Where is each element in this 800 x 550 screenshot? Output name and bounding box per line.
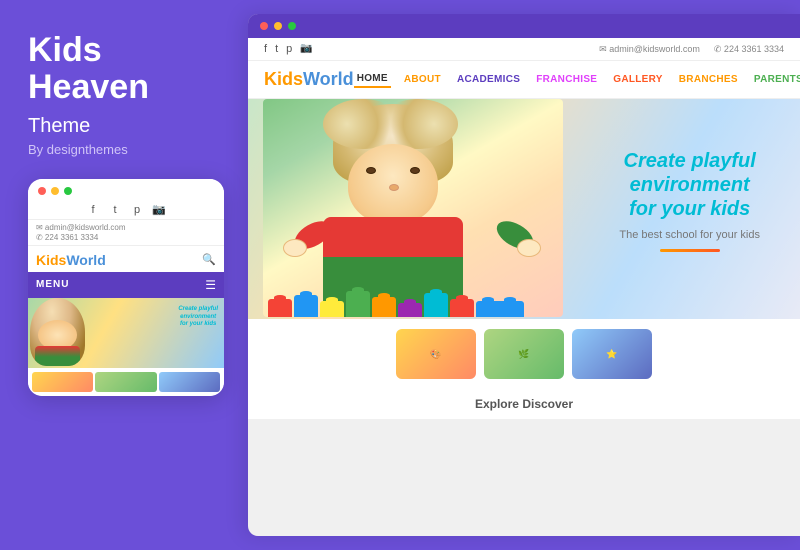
lego-blocks-area xyxy=(263,259,563,317)
desktop-twitter-icon: t xyxy=(275,43,278,55)
mobile-hero-text: Create playfulenvironmentfor your kids xyxy=(178,306,218,329)
desktop-dot-green xyxy=(288,22,296,30)
nav-links: HOME ABOUT ACADEMICS FRANCHISE GALLERY B… xyxy=(354,71,800,88)
child-eye-left xyxy=(366,167,376,174)
desktop-dot-yellow xyxy=(274,22,282,30)
desktop-hero: Create playful environment for your kids… xyxy=(248,99,800,319)
thumb3-content: ⭐ xyxy=(572,329,652,379)
hero-tagline-line1: Create playful xyxy=(624,150,756,172)
mobile-hero: Create playfulenvironmentfor your kids xyxy=(28,298,224,368)
lego-green xyxy=(346,291,370,317)
mobile-contact-bar: ✉ admin@kidsworld.com ✆ 224 3361 3334 xyxy=(28,220,224,246)
thumb2-content: 🌿 xyxy=(484,329,564,379)
mobile-preview-card: f t p 📷 ✉ admin@kidsworld.com ✆ 224 3361… xyxy=(28,179,224,396)
lego-purple xyxy=(398,303,422,317)
child-hair-curl-right xyxy=(378,99,458,149)
desktop-email: ✉ admin@kidsworld.com xyxy=(599,44,700,55)
mobile-thumbnails xyxy=(28,368,224,396)
mobile-social-bar: f t p 📷 xyxy=(28,199,224,220)
desktop-instagram-icon: 📷 xyxy=(300,43,312,55)
twitter-icon: t xyxy=(108,203,122,217)
nav-academics[interactable]: ACADEMICS xyxy=(454,72,523,87)
child-hand-right xyxy=(517,239,541,257)
facebook-icon: f xyxy=(86,203,100,217)
theme-by: By designthemes xyxy=(28,142,220,157)
explore-text: Explore Discover xyxy=(475,397,573,411)
child-nose xyxy=(389,184,399,191)
child-hand-left xyxy=(283,239,307,257)
desktop-logo: KidsWorld xyxy=(264,69,354,90)
lego-blue-wide xyxy=(476,301,524,317)
mobile-menu-bar: MENU ☰ xyxy=(28,272,224,298)
hero-child-photo xyxy=(263,99,563,317)
hero-cta-line xyxy=(660,249,720,252)
desktop-thumb-2[interactable]: 🌿 xyxy=(484,329,564,379)
thumb1-content: 🎨 xyxy=(396,329,476,379)
desktop-thumb-1[interactable]: 🎨 xyxy=(396,329,476,379)
left-panel: KidsHeaven Theme By designthemes f t p 📷… xyxy=(0,0,248,550)
desktop-logo-kids: Kids xyxy=(264,69,303,89)
nav-gallery[interactable]: GALLERY xyxy=(610,72,666,87)
hero-tagline-line3: for your kids xyxy=(629,198,750,220)
lego-blue xyxy=(294,295,318,317)
lego-orange xyxy=(372,297,396,317)
nav-branches[interactable]: BRANCHES xyxy=(676,72,741,87)
mobile-logo: KidsWorld xyxy=(36,252,106,268)
desktop-social-bar: f t p 📷 ✉ admin@kidsworld.com ✆ 224 3361… xyxy=(248,38,800,61)
mobile-logo-kids: Kids xyxy=(36,252,66,268)
mobile-thumb-2 xyxy=(95,372,156,392)
lego-yellow xyxy=(320,301,344,317)
desktop-pinterest-icon: p xyxy=(286,43,292,55)
mobile-menu-label[interactable]: MENU xyxy=(36,279,69,290)
pinterest-icon: p xyxy=(130,203,144,217)
nav-home[interactable]: HOME xyxy=(354,71,391,88)
lego-red2 xyxy=(450,299,474,317)
mobile-phone: ✆ 224 3361 3334 xyxy=(36,233,216,242)
mobile-hero-child-hair xyxy=(30,298,85,366)
mobile-logo-bar: KidsWorld 🔍 xyxy=(28,246,224,272)
mobile-hero-child-body xyxy=(35,346,80,366)
mobile-topbar xyxy=(28,179,224,199)
dot-green xyxy=(64,187,72,195)
nav-franchise[interactable]: FRANCHISE xyxy=(533,72,600,87)
mobile-hero-image: Create playfulenvironmentfor your kids xyxy=(28,298,224,368)
dot-yellow xyxy=(51,187,59,195)
desktop-topbar xyxy=(248,14,800,38)
mobile-logo-world: World xyxy=(66,252,105,268)
child-eye-right xyxy=(410,167,420,174)
hero-text-overlay: Create playful environment for your kids… xyxy=(619,149,760,252)
mobile-thumb-1 xyxy=(32,372,93,392)
desktop-social-icons: f t p 📷 xyxy=(264,43,313,55)
lego-cyan xyxy=(424,293,448,317)
desktop-contact: ✉ admin@kidsworld.com ✆ 224 3361 3334 xyxy=(599,44,784,55)
desktop-phone: ✆ 224 3361 3334 xyxy=(714,44,784,55)
mobile-email: ✉ admin@kidsworld.com xyxy=(36,223,216,232)
hamburger-icon[interactable]: ☰ xyxy=(205,278,216,292)
nav-parents[interactable]: PARENTS xyxy=(751,72,800,87)
hero-subtitle: The best school for your kids xyxy=(619,229,760,241)
desktop-preview: f t p 📷 ✉ admin@kidsworld.com ✆ 224 3361… xyxy=(248,14,800,536)
desktop-dot-red xyxy=(260,22,268,30)
theme-title: KidsHeaven xyxy=(28,32,220,107)
desktop-logo-world: World xyxy=(303,69,354,89)
mobile-search-icon[interactable]: 🔍 xyxy=(202,253,216,266)
dot-red xyxy=(38,187,46,195)
theme-subtitle: Theme xyxy=(28,115,220,138)
mobile-thumb-3 xyxy=(159,372,220,392)
instagram-icon: 📷 xyxy=(152,203,166,217)
desktop-thumb-3[interactable]: ⭐ xyxy=(572,329,652,379)
lego-red xyxy=(268,299,292,317)
desktop-nav: KidsWorld HOME ABOUT ACADEMICS FRANCHISE… xyxy=(248,61,800,99)
hero-tagline-line2: environment xyxy=(630,174,750,196)
desktop-bottom-text: Explore Discover xyxy=(248,389,800,419)
desktop-facebook-icon: f xyxy=(264,43,267,55)
desktop-thumbnails: 🎨 🌿 ⭐ xyxy=(248,319,800,389)
nav-about[interactable]: ABOUT xyxy=(401,72,444,87)
hero-tagline: Create playful environment for your kids xyxy=(619,149,760,221)
